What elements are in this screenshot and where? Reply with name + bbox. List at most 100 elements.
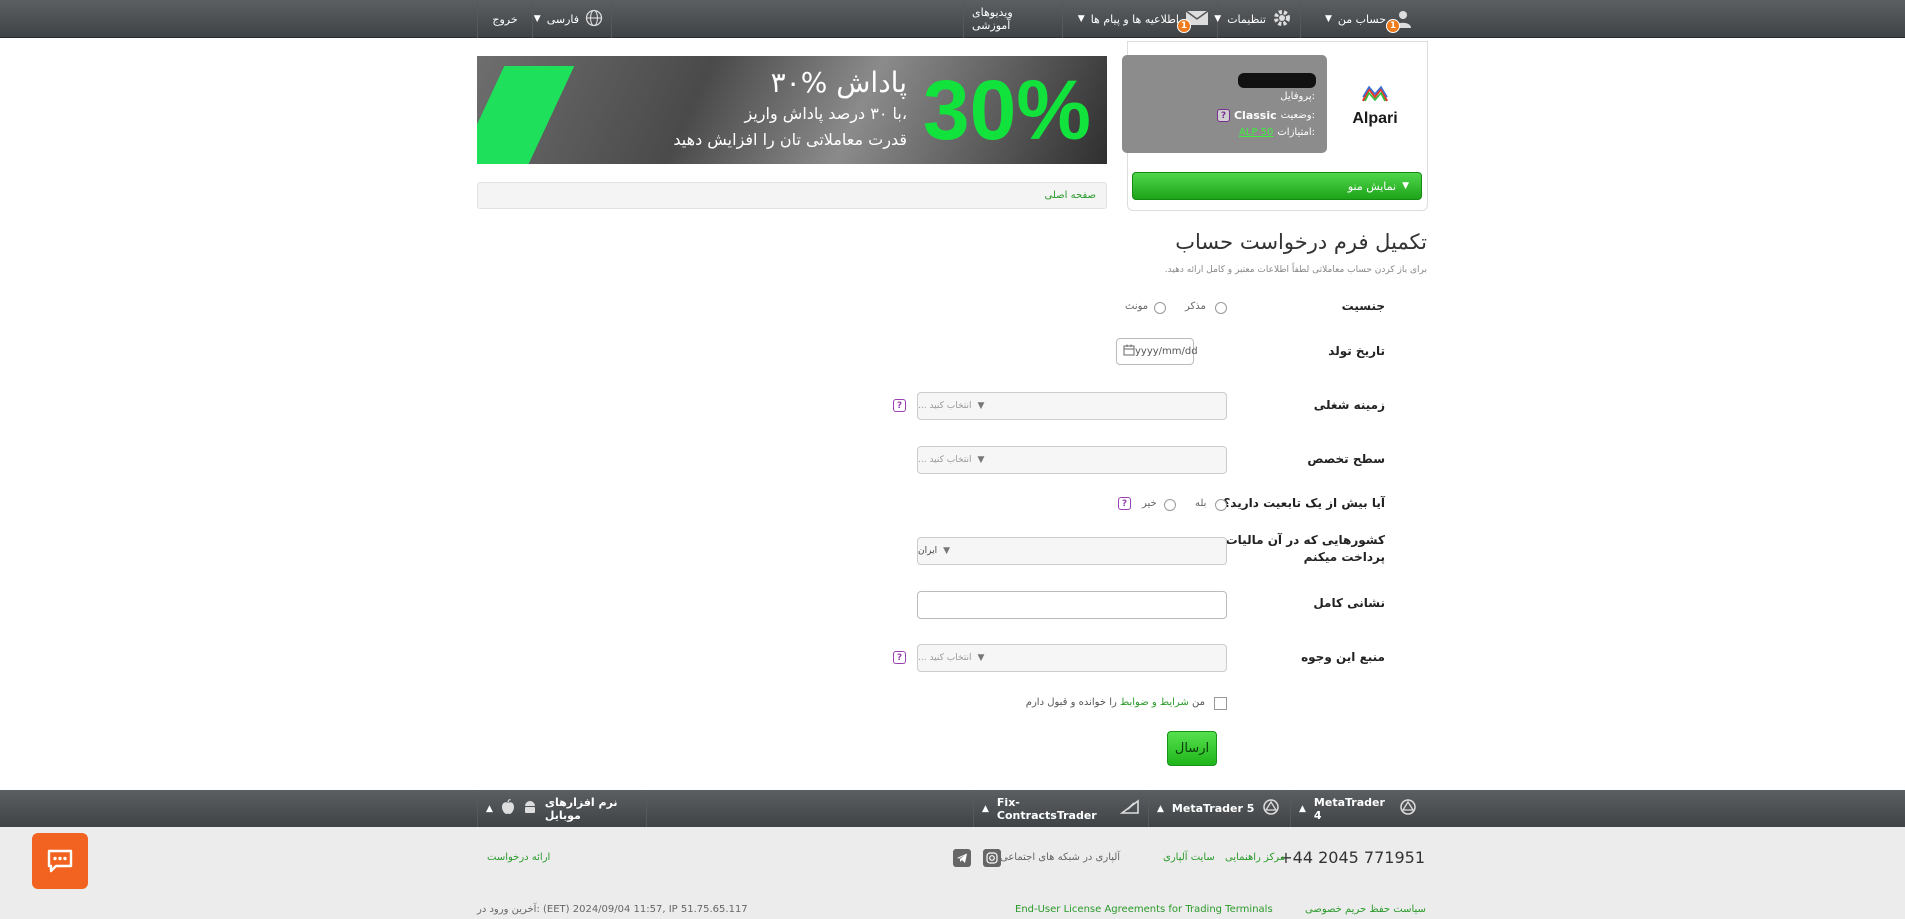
- banner-green-stripe: [477, 66, 575, 164]
- citizenship-help-icon[interactable]: ?: [1118, 497, 1131, 510]
- fix-trader-icon: [1119, 799, 1140, 818]
- account-menu-label: حساب من: [1337, 12, 1386, 26]
- help-icon[interactable]: ?: [1216, 109, 1230, 122]
- instagram-icon[interactable]: [983, 849, 1001, 867]
- terms-checkbox[interactable]: [1214, 697, 1227, 710]
- birthdate-input[interactable]: yyyy/mm/dd: [1116, 338, 1198, 365]
- profile-label: پروفایل:: [1280, 91, 1315, 102]
- gender-female-label: مونث: [1125, 301, 1149, 312]
- metatrader5-label: MetaTrader 5: [1171, 802, 1255, 815]
- status-line: ? Classic وضعیت:: [1216, 109, 1315, 122]
- alpari-logo[interactable]: Alpari: [1345, 85, 1405, 135]
- account-menu[interactable]: ▼ حساب من 1: [1300, 0, 1420, 38]
- occupation-help-icon[interactable]: ?: [893, 399, 906, 412]
- chevron-up-icon: ▲: [982, 803, 989, 814]
- privacy-policy-link[interactable]: سیاست حفظ حریم خصوصی: [1305, 904, 1426, 915]
- banner-subline-1: با ۳۰ درصد پاداش واریز،: [744, 104, 907, 123]
- points-label: امتیازات:: [1277, 127, 1315, 138]
- chevron-down-icon: ▼: [1324, 14, 1332, 24]
- expertise-select[interactable]: ▼ انتخاب کنید ...: [917, 446, 1227, 474]
- alpari-site-link[interactable]: سایت آلپاری: [1163, 852, 1215, 863]
- status-value: Classic: [1233, 109, 1277, 122]
- gender-male-label: مذکر: [1185, 301, 1206, 312]
- last-login-info: آخرین ورود در: (EET) 2024/09/04 11:57, I…: [477, 904, 748, 915]
- banner-subline-2: قدرت معاملاتی تان را افزایش دهید: [673, 130, 907, 149]
- top-navigation-bar: ▼ حساب من 1 ▼ تنظیمات ▼ اطلاعیه ها و پیا…: [0, 0, 1905, 38]
- funds-source-label: منبع این وجوه: [1301, 650, 1385, 664]
- account-notification-badge: 1: [1386, 19, 1400, 33]
- gender-male-radio[interactable]: [1215, 302, 1227, 314]
- social-networks-label: آلپاری در شبکه های اجتماعی: [1000, 852, 1121, 863]
- settings-menu[interactable]: ▼ تنظیمات: [1214, 0, 1300, 38]
- submit-label: ارسال: [1174, 741, 1210, 756]
- feedback-link[interactable]: ارائه درخواست: [487, 852, 550, 863]
- citizenship-no-radio[interactable]: [1164, 499, 1176, 511]
- chevron-down-icon: ▼: [943, 546, 951, 556]
- globe-icon: [585, 9, 603, 30]
- settings-menu-label: تنظیمات: [1227, 12, 1266, 26]
- promo-banner[interactable]: 30% ۳۰% پاداش با ۳۰ درصد پاداش واریز، قد…: [477, 56, 1107, 164]
- breadcrumb-home-link[interactable]: صفحه اصلی: [1045, 190, 1096, 201]
- alpari-logo-icon: [1362, 85, 1388, 102]
- points-value[interactable]: ALP 50: [1239, 127, 1273, 138]
- banner-headline: ۳۰% پاداش: [770, 66, 907, 99]
- occupation-select[interactable]: ▼ انتخاب کنید ...: [917, 392, 1227, 420]
- birthdate-label: تاریخ تولد: [1328, 344, 1385, 358]
- form-title: تکمیل فرم درخواست حساب: [1175, 230, 1427, 254]
- alpari-logo-text: Alpari: [1352, 110, 1398, 127]
- chevron-up-icon: ▲: [486, 803, 493, 814]
- messages-notification-badge: 1: [1177, 19, 1191, 33]
- occupation-label: زمینه شغلی: [1313, 398, 1385, 412]
- address-input[interactable]: [917, 591, 1227, 619]
- occupation-placeholder: انتخاب کنید ...: [918, 401, 972, 411]
- terms-prefix: من: [1192, 697, 1205, 708]
- funds-source-select[interactable]: ▼ انتخاب کنید ...: [917, 644, 1227, 672]
- profile-summary: پروفایل: ? Classic وضعیت: ALP 50 امتیازا…: [1122, 55, 1327, 153]
- telegram-icon[interactable]: [953, 849, 971, 867]
- form-subtitle: برای باز کردن حساب معاملاتی لطفاً اطلاعا…: [1164, 265, 1427, 275]
- tutorial-videos-label: ویدیوهای آموزشی: [972, 6, 1013, 32]
- support-phone[interactable]: +44 2045 771951: [1279, 848, 1425, 867]
- metatrader-icon: [1399, 798, 1417, 819]
- show-menu-button[interactable]: نمایش منو ▼: [1132, 172, 1422, 200]
- status-label: وضعیت:: [1280, 110, 1315, 121]
- tax-country-select[interactable]: ▼ ایران: [917, 537, 1227, 565]
- profile-line: پروفایل:: [1280, 91, 1315, 102]
- eula-link[interactable]: End-User License Agreements for Trading …: [1015, 904, 1273, 915]
- terms-link[interactable]: شرایط و ضوابط: [1120, 697, 1189, 708]
- mail-icon: 1: [1177, 9, 1209, 33]
- points-line: ALP 50 امتیازات:: [1239, 127, 1315, 138]
- tutorial-videos-link[interactable]: ویدیوهای آموزشی: [963, 0, 1062, 38]
- tax-country-label: کشورهایی که در آن مالیات پرداخت میکنم: [1225, 533, 1385, 564]
- chevron-down-icon: ▼: [977, 455, 985, 465]
- terms-text: من شرایط و ضوابط را خوانده و قبول دارم: [1026, 697, 1205, 708]
- chevron-down-icon: ▼: [533, 14, 541, 24]
- metatrader4-link[interactable]: ▲ MetaTrader 4: [1290, 790, 1425, 827]
- chevron-up-icon: ▲: [1299, 803, 1306, 814]
- funds-source-help-icon[interactable]: ?: [893, 651, 906, 664]
- messages-menu-label: اطلاعیه ها و پیام ها: [1090, 12, 1179, 26]
- platforms-bar: ▲ MetaTrader 4 ▲ MetaTrader 5 ▲ Fix-Cont…: [0, 790, 1905, 827]
- metatrader5-link[interactable]: ▲ MetaTrader 5: [1148, 790, 1290, 827]
- chevron-up-icon: ▲: [1157, 803, 1164, 814]
- gender-female-radio[interactable]: [1154, 302, 1166, 314]
- language-selector[interactable]: ▼ فارسی: [532, 0, 612, 38]
- help-center-link[interactable]: مرکز راهنمایی: [1225, 852, 1285, 863]
- calendar-icon: [1123, 344, 1135, 359]
- citizenship-yes-radio[interactable]: [1215, 499, 1227, 511]
- citizenship-yes-label: بله: [1195, 498, 1207, 509]
- chevron-down-icon: ▼: [977, 653, 985, 663]
- fix-contracts-trader-link[interactable]: ▲ Fix-ContractsTrader: [973, 790, 1148, 827]
- funds-source-placeholder: انتخاب کنید ...: [918, 653, 972, 663]
- terms-suffix: را خوانده و قبول دارم: [1025, 697, 1117, 708]
- breadcrumb: صفحه اصلی: [477, 182, 1107, 209]
- chat-button[interactable]: [32, 833, 88, 889]
- citizenship-no-label: خیر: [1142, 498, 1157, 509]
- metatrader4-label: MetaTrader 4: [1313, 795, 1385, 822]
- chevron-down-icon: ▼: [1077, 14, 1085, 24]
- mobile-apps-link[interactable]: ▲ نرم افزارهای موبایل: [477, 790, 647, 827]
- messages-menu[interactable]: ▼ اطلاعیه ها و پیام ها 1: [1062, 0, 1217, 38]
- submit-button[interactable]: ارسال: [1167, 731, 1217, 766]
- logout-link[interactable]: خروج: [477, 0, 532, 38]
- mobile-apps-label: نرم افزارهای موبایل: [544, 795, 618, 822]
